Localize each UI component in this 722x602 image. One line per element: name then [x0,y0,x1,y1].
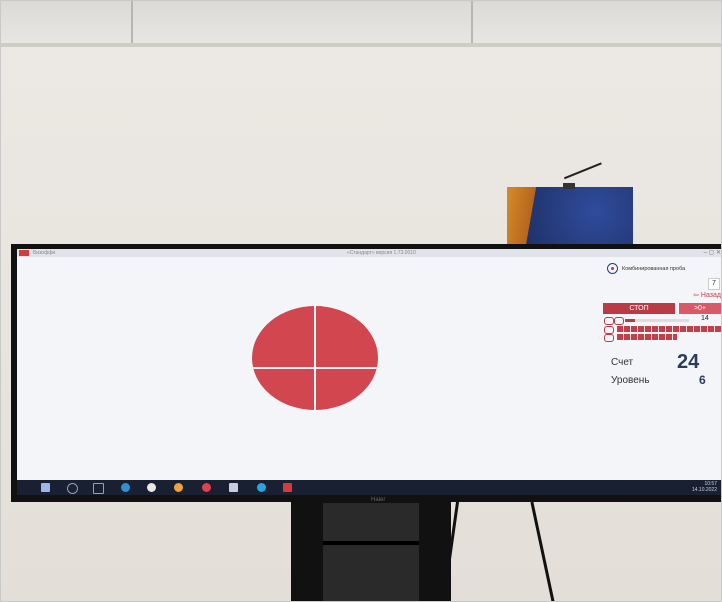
speed-slider-fill [625,319,635,322]
grid-icon [604,334,614,342]
ceiling-seam [131,1,133,47]
level-value: 6 [699,373,706,387]
app-name: Бизоффи [33,250,56,256]
app-red-icon[interactable] [202,483,211,492]
system-clock[interactable]: 10:57 14.10.2022 [692,481,717,493]
speed-value: 14 [701,315,709,322]
test-mode-selector[interactable]: Комбинированная проба [607,263,721,275]
picture-clip [563,183,575,189]
yandex-icon[interactable] [147,483,156,492]
app-orange-icon[interactable] [174,483,183,492]
stop-button[interactable]: СТОП [603,303,675,314]
next-button[interactable]: >0+ [679,303,721,314]
wall-painting [507,187,633,247]
painting-tree [507,187,549,247]
tv-stand-shelf [323,541,419,545]
search-icon[interactable] [67,483,78,494]
control-panel: Комбинированная проба 7 ⇦ Назад СТОП >0+… [601,261,721,411]
circle-divider-vertical [314,306,316,410]
taskview-icon[interactable] [93,483,104,494]
ceiling-seam [471,1,473,47]
back-button[interactable]: ⇦ Назад [693,291,721,299]
score-value: 24 [677,351,700,373]
speed-icon [614,317,624,325]
monitor-screen: Бизоффи «Стандарт» версия 1.73.0010 – ▢ … [17,249,721,495]
start-icon[interactable] [41,483,50,492]
eye-icon [604,317,614,325]
speed-slider[interactable] [625,319,689,322]
clock-date: 14.10.2022 [691,487,717,493]
window-title: «Стандарт» версия 1.73.0010 [347,250,416,256]
level-label: Уровень [611,375,650,386]
mail-icon[interactable] [229,483,238,492]
test-mode-label: Комбинированная проба [622,266,686,272]
tv-stand-inner [323,503,419,601]
telegram-icon[interactable] [257,483,266,492]
photo-scene: Бизоффи «Стандарт» версия 1.73.0010 – ▢ … [0,0,722,602]
window-controls[interactable]: – ▢ ✕ [704,249,721,257]
progress-bar-lower [617,334,677,340]
edge-icon[interactable] [121,483,130,492]
progress-bar-upper [617,326,721,332]
window-titlebar: Бизоффи «Стандарт» версия 1.73.0010 – ▢ … [17,249,721,257]
circle-divider-horizontal [252,367,378,369]
windows-taskbar: 10:57 14.10.2022 [17,480,721,495]
trial-number: 7 [708,278,720,290]
ceiling [1,1,721,48]
score-label: Счет [611,357,634,368]
red-circle-stimulus [252,306,378,410]
target-icon [607,263,618,275]
app-logo-icon [19,250,29,256]
active-app-icon[interactable] [283,483,292,492]
grid-icon [604,326,614,334]
